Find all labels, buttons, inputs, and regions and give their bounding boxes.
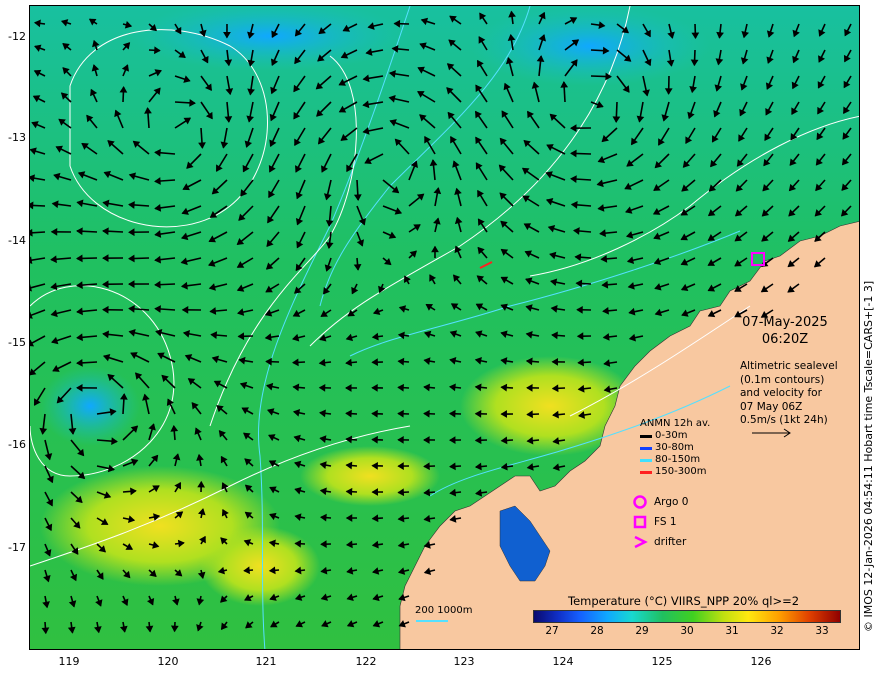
- warm-patch: [300, 446, 440, 506]
- legend-arrow-icon: [640, 434, 652, 438]
- colorbar-title: Temperature (°C) VIIRS_NPP 20% ql>=2: [568, 594, 800, 608]
- lon-tick: 126: [750, 655, 772, 668]
- temperature-colorbar: [533, 610, 841, 623]
- legend-arrow-icon: [640, 458, 652, 462]
- legend-item-fs: FS 1: [632, 512, 688, 532]
- square-icon: [633, 515, 647, 529]
- bathymetry-scale-line: [416, 620, 448, 622]
- platform-legend: Argo 0 FS 1 drifter: [632, 492, 688, 552]
- cool-patch: [470, 6, 710, 86]
- map-date: 07-May-2025: [742, 315, 828, 330]
- date-time-label: 07-May-2025 06:20Z: [735, 314, 835, 348]
- legend-label: drifter: [654, 536, 687, 548]
- velocity-arrowhead: [30, 201, 34, 210]
- legend-item: 150-300m: [640, 466, 710, 478]
- lon-tick: 125: [651, 655, 673, 668]
- lat-tick: -16: [8, 438, 26, 451]
- altimetry-note-line: and velocity for: [740, 387, 822, 399]
- legend-item: 30-80m: [640, 442, 710, 454]
- chevron-right-icon: [634, 535, 648, 549]
- legend-arrow-icon: [640, 470, 652, 474]
- altimetry-note-line: (0.1m contours): [740, 373, 825, 386]
- legend-item: 0-30m: [640, 430, 710, 442]
- legend-label: 30-80m: [655, 442, 694, 453]
- colorbar-tick: 28: [590, 625, 604, 637]
- bathymetry-scale-label: 200 1000m: [415, 605, 473, 616]
- lon-tick: 123: [453, 655, 475, 668]
- colorbar-tick: 32: [770, 625, 784, 637]
- legend-arrow-icon: [640, 446, 652, 450]
- colorbar-tick: 29: [635, 625, 649, 637]
- legend-title: ANMN 12h av.: [640, 418, 711, 429]
- legend-label: 80-150m: [655, 454, 701, 465]
- colorbar-tick: 27: [545, 625, 559, 637]
- legend-item-argo: Argo 0: [632, 492, 688, 512]
- altimetry-note: Altimetric sealevel (0.1m contours) and …: [740, 360, 838, 428]
- legend-item-drifter: drifter: [632, 532, 688, 552]
- velocity-arrowhead: [30, 228, 33, 237]
- lon-tick: 120: [157, 655, 179, 668]
- legend-label: 0-30m: [655, 430, 688, 441]
- lat-tick: -12: [8, 30, 26, 43]
- lon-tick: 121: [255, 655, 277, 668]
- warm-patch: [200, 526, 320, 606]
- map-time: 06:20Z: [761, 332, 809, 347]
- legend-label: FS 1: [654, 516, 677, 528]
- legend-item: 80-150m: [640, 454, 710, 466]
- lat-tick: -17: [8, 541, 26, 554]
- cool-patch: [40, 366, 140, 446]
- altimetry-note-line: 0.5m/s (1kt 24h): [740, 414, 828, 426]
- lon-tick: 124: [552, 655, 574, 668]
- altimetry-note-line: Altimetric sealevel: [740, 360, 838, 372]
- legend-label: Argo 0: [654, 496, 689, 508]
- lat-tick: -14: [8, 234, 26, 247]
- colorbar-tick: 30: [680, 625, 694, 637]
- circle-icon: [633, 495, 647, 509]
- lon-tick: 119: [58, 655, 80, 668]
- credit-label: © IMOS 12-Jan-2026 04:54:11 Hobart time …: [862, 280, 875, 632]
- legend-label: 150-300m: [655, 466, 707, 477]
- current-depth-legend: ANMN 12h av. 0-30m 30-80m 80-150m 150-30…: [640, 418, 710, 478]
- lon-tick: 122: [355, 655, 377, 668]
- lat-tick: -15: [8, 336, 26, 349]
- altimetry-note-line: 07 May 06Z: [740, 400, 803, 413]
- colorbar-tick: 33: [815, 625, 829, 637]
- colorbar-tick: 31: [725, 625, 739, 637]
- lat-tick: -13: [8, 131, 26, 144]
